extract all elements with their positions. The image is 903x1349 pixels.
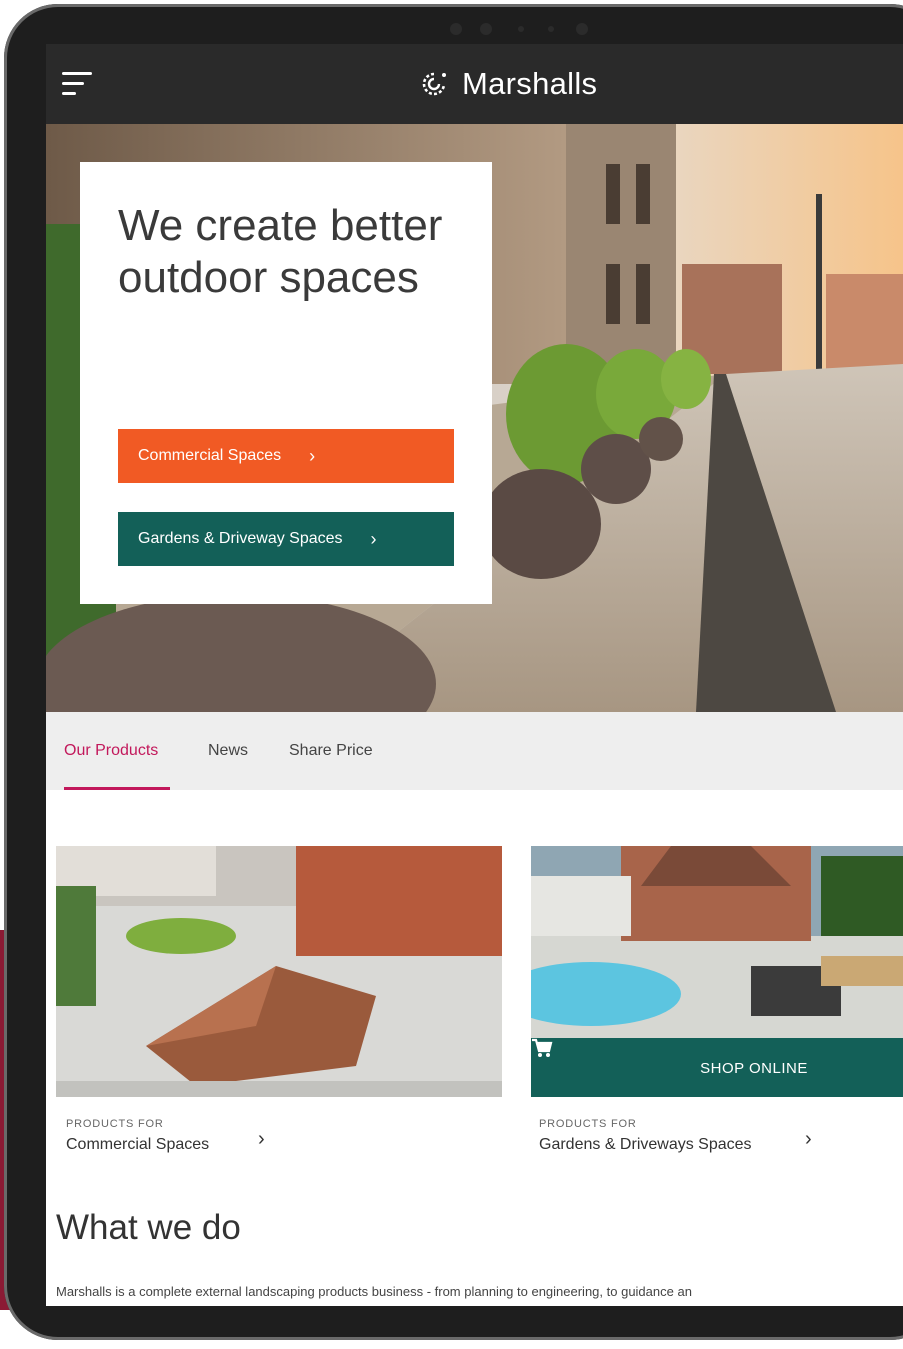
gardens-driveways-image[interactable]: SHOP ONLINE bbox=[531, 846, 903, 1097]
camera-dot bbox=[480, 23, 492, 35]
tab-our-products[interactable]: Our Products bbox=[64, 742, 158, 760]
product-name: Commercial Spaces bbox=[66, 1136, 210, 1153]
hero-card: We create better outdoor spaces Commerci… bbox=[80, 162, 492, 604]
camera-dot bbox=[576, 23, 588, 35]
commercial-spaces-image[interactable] bbox=[56, 846, 502, 1097]
camera-dot bbox=[450, 23, 462, 35]
screen: Marshalls We create better outdoor space… bbox=[46, 44, 903, 1306]
section-description: Marshalls is a complete external landsca… bbox=[56, 1284, 692, 1299]
hero-banner: We create better outdoor spaces Commerci… bbox=[46, 124, 903, 712]
camera-dot bbox=[548, 26, 554, 32]
chevron-right-icon: › bbox=[805, 1128, 812, 1150]
gardens-driveways-link[interactable]: PRODUCTS FOR Gardens & Driveways Spaces … bbox=[539, 1118, 812, 1154]
brand-name: Marshalls bbox=[462, 66, 598, 101]
tab-news[interactable]: News bbox=[208, 742, 248, 760]
shop-online-label: SHOP ONLINE bbox=[700, 1059, 808, 1077]
marshalls-logo-icon bbox=[422, 72, 446, 96]
chevron-right-icon: › bbox=[309, 445, 316, 466]
commercial-spaces-button[interactable]: Commercial Spaces › bbox=[118, 429, 454, 483]
active-tab-indicator bbox=[64, 787, 170, 790]
product-kicker: PRODUCTS FOR bbox=[66, 1118, 164, 1130]
commercial-plaza-photo bbox=[56, 846, 502, 1097]
tab-share-price[interactable]: Share Price bbox=[289, 742, 373, 760]
chevron-right-icon: › bbox=[258, 1128, 265, 1150]
menu-icon[interactable] bbox=[62, 72, 92, 96]
product-kicker: PRODUCTS FOR bbox=[539, 1118, 637, 1130]
camera-dot bbox=[518, 26, 524, 32]
camera-bar bbox=[450, 20, 600, 38]
content-tabs: Our Products News Share Price bbox=[46, 712, 903, 790]
commercial-spaces-link[interactable]: PRODUCTS FOR Commercial Spaces › bbox=[66, 1118, 265, 1154]
gardens-driveway-spaces-button[interactable]: Gardens & Driveway Spaces › bbox=[118, 512, 454, 566]
cart-icon bbox=[532, 1038, 553, 1057]
hero-title: We create better outdoor spaces bbox=[118, 201, 443, 302]
button-label: Commercial Spaces bbox=[138, 447, 282, 464]
shop-online-button[interactable]: SHOP ONLINE bbox=[531, 1038, 903, 1097]
chevron-right-icon: › bbox=[370, 528, 377, 549]
top-navigation-bar: Marshalls bbox=[46, 44, 903, 124]
section-title: What we do bbox=[56, 1208, 241, 1247]
brand-logo[interactable]: Marshalls bbox=[418, 66, 597, 102]
button-label: Gardens & Driveway Spaces bbox=[138, 530, 343, 547]
product-name: Gardens & Driveways Spaces bbox=[539, 1136, 752, 1153]
